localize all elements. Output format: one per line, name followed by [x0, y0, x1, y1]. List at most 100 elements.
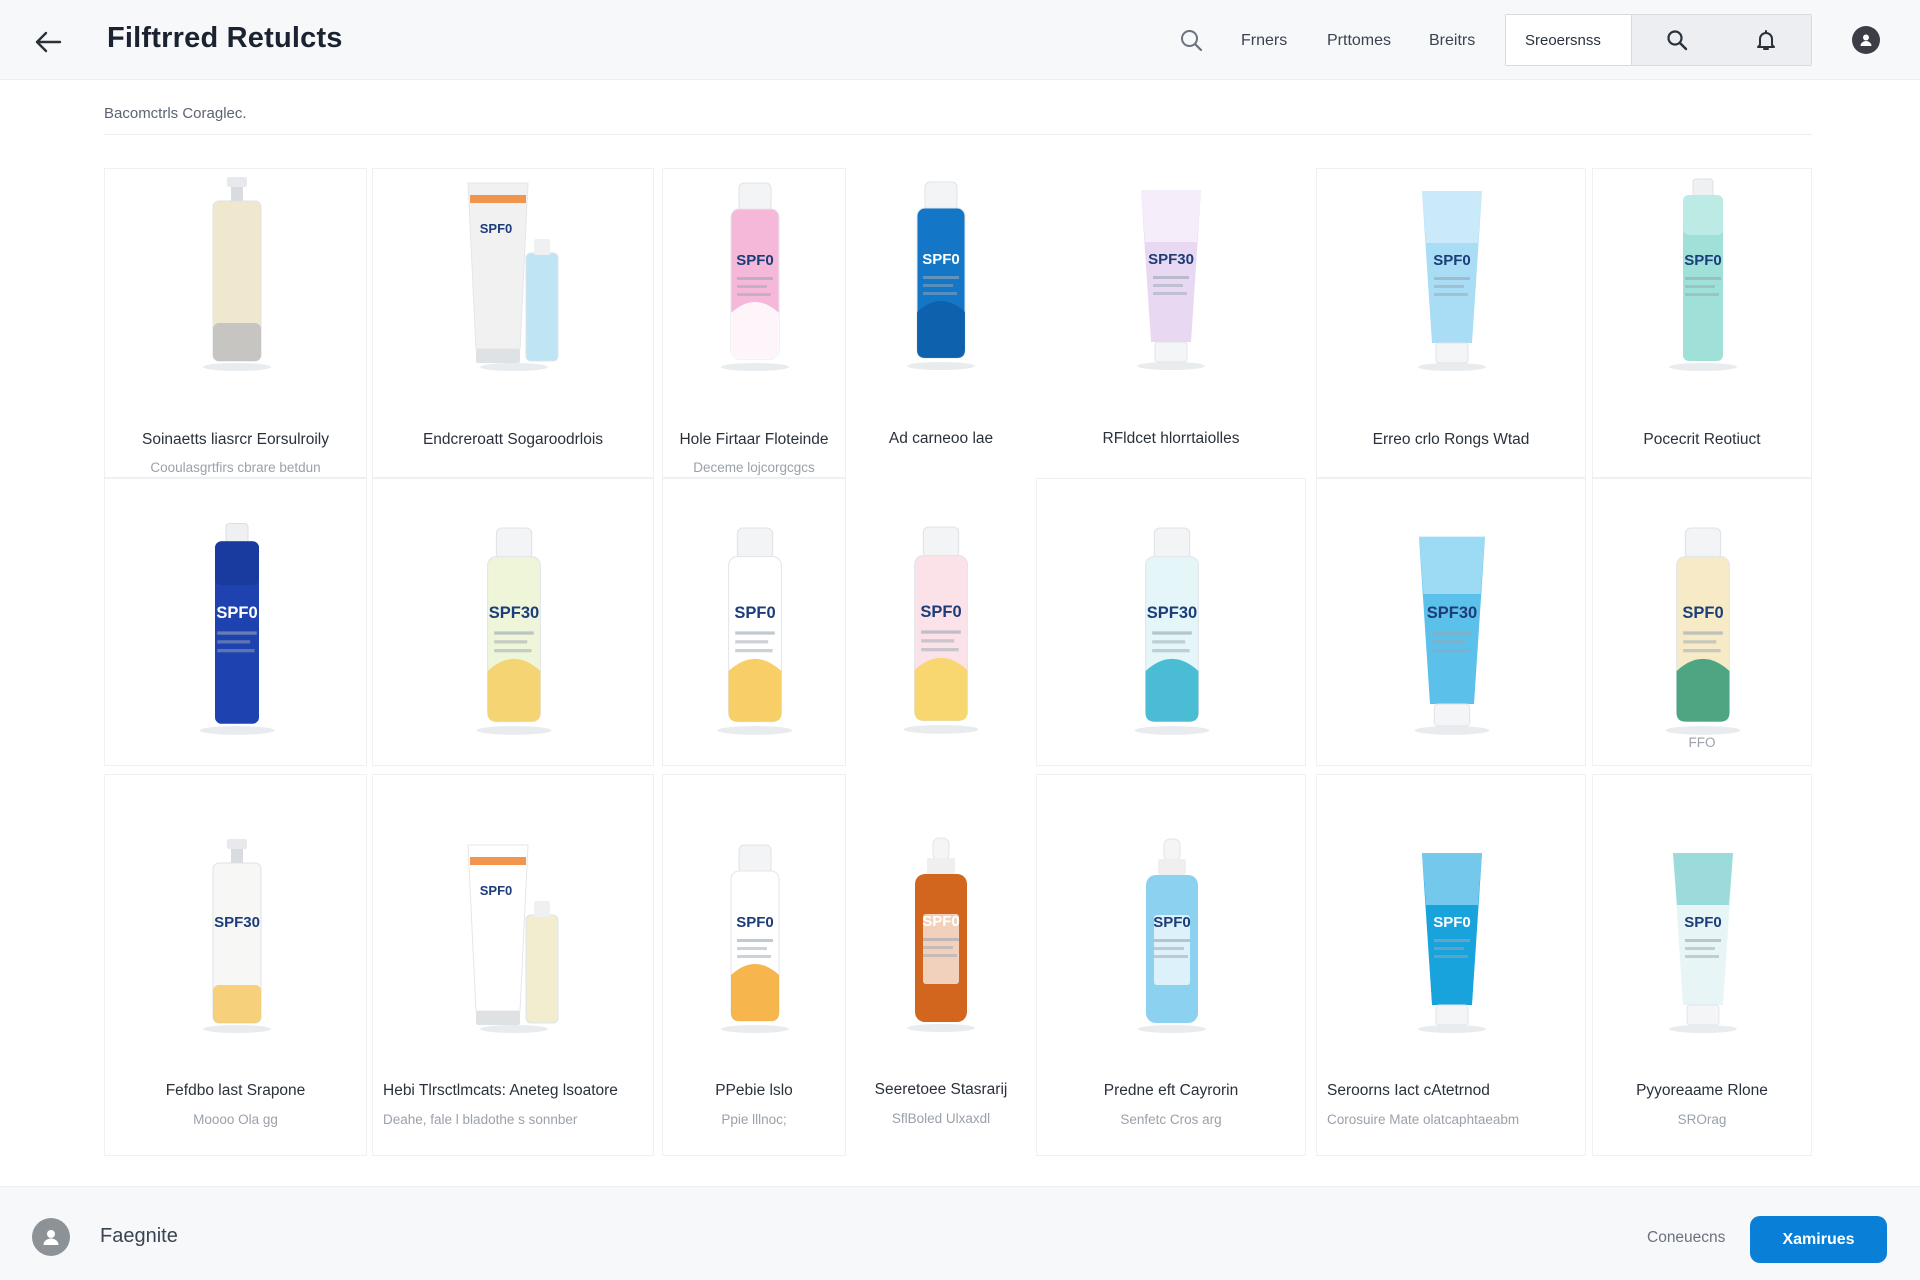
product-card[interactable]: SPF0 Pocecrit Reotiuct: [1592, 168, 1812, 478]
product-card[interactable]: SPF0 Hole Firtaar Floteinde Deceme lojcorg…: [662, 168, 846, 478]
svg-text:SPF0: SPF0: [922, 913, 960, 930]
svg-text:SPF30: SPF30: [1427, 604, 1477, 622]
product-subtitle: SflBoled Ulxaxdl: [891, 1111, 991, 1126]
product-card[interactable]: SPF0 Hebi Tlrsctlmcats: Aneteg lsoatore De…: [372, 774, 654, 1156]
product-name: Pyyoreaame Rlone: [1636, 1082, 1768, 1099]
nav-link-2[interactable]: Prttomes: [1327, 32, 1391, 50]
product-card[interactable]: SPF30 Fefdbo last Srapone Moooo Ola gg: [104, 774, 367, 1156]
svg-text:SPF30: SPF30: [1147, 604, 1197, 622]
product-image: SPF30: [1097, 517, 1247, 737]
svg-text:SPF0: SPF0: [736, 914, 774, 931]
back-button[interactable]: [28, 22, 68, 62]
results-subtitle: Bacomctrls Coraglec.: [104, 105, 247, 122]
svg-text:SPF0: SPF0: [1684, 914, 1722, 931]
product-image: [162, 173, 312, 373]
product-name: Ad carneoo lae: [888, 430, 994, 447]
product-image: SPF0: [1628, 517, 1778, 737]
product-image: SPF0: [866, 516, 1016, 736]
product-card[interactable]: SPF0 Pyyoreaame Rlone SROrag: [1592, 774, 1812, 1156]
product-subtitle: Deceme lojcorgcgcs: [693, 460, 815, 475]
footer-avatar-button[interactable]: [32, 1218, 70, 1256]
product-image: SPF30: [439, 517, 589, 737]
product-subtitle: Cooulasgrtfirs cbrare betdun: [150, 460, 321, 475]
product-image: SPF0: [866, 172, 1016, 372]
product-card[interactable]: Soinaetts liasrcr Eorsulroily Cooulasgrtf…: [104, 168, 367, 478]
nav-link-1[interactable]: Frners: [1241, 32, 1287, 50]
product-image: SPF0: [439, 835, 589, 1035]
product-image: SPF30: [1377, 517, 1527, 737]
product-name: RFldcet hlorrtaiolles: [1102, 430, 1240, 447]
footer-label: Faegnite: [100, 1225, 178, 1247]
product-image: SPF0: [1628, 173, 1778, 373]
svg-text:SPF0: SPF0: [736, 252, 774, 269]
svg-text:SPF0: SPF0: [1153, 914, 1191, 931]
svg-text:SPF0: SPF0: [1684, 252, 1722, 269]
product-card[interactable]: SPF0: [662, 478, 846, 766]
svg-text:SPF30: SPF30: [489, 604, 539, 622]
svg-text:SPF0: SPF0: [216, 604, 257, 622]
product-image: SPF0: [1628, 835, 1778, 1035]
search-group: [1505, 14, 1812, 66]
svg-text:SPF30: SPF30: [1148, 251, 1194, 268]
product-card[interactable]: SPF30: [1316, 478, 1586, 766]
product-card[interactable]: SPF0 Erreo crlo Rongs Wtad: [1316, 168, 1586, 478]
svg-text:SPF0: SPF0: [1433, 252, 1471, 269]
product-image: SPF0: [439, 173, 589, 373]
svg-text:SPF30: SPF30: [214, 914, 260, 931]
header-search-button[interactable]: [1178, 27, 1206, 55]
product-card[interactable]: SPF0 PPebie lslo Ppie lllnoc;: [662, 774, 846, 1156]
product-card[interactable]: SPF0 FFO: [1592, 478, 1812, 766]
product-name: Fefdbo last Srapone: [165, 1082, 306, 1099]
product-card[interactable]: SPF0 Endcreroatt Sogaroodrlois: [372, 168, 654, 478]
svg-text:SPF0: SPF0: [734, 604, 775, 622]
user-icon: [43, 1230, 59, 1245]
product-card[interactable]: SPF30: [372, 478, 654, 766]
product-name: Hole Firtaar Floteinde: [679, 431, 829, 448]
product-image: SPF30: [1096, 172, 1246, 372]
product-card[interactable]: SPF30: [1036, 478, 1306, 766]
product-subtitle: FFO: [1688, 735, 1716, 750]
svg-text:SPF0: SPF0: [922, 251, 960, 268]
bell-icon: [1757, 30, 1775, 50]
product-card[interactable]: SPF0: [104, 478, 367, 766]
svg-text:SPF0: SPF0: [1433, 914, 1471, 931]
user-icon: [1860, 34, 1872, 46]
product-card[interactable]: SPF0 Predne eft Cayrorin Senfetc Cros arg: [1036, 774, 1306, 1156]
product-card[interactable]: SPF0: [846, 478, 1036, 766]
svg-text:SPF0: SPF0: [1682, 604, 1723, 622]
footer-secondary-link[interactable]: Coneuecns: [1647, 1229, 1725, 1247]
product-subtitle: Ppie lllnoc;: [721, 1112, 787, 1127]
svg-text:SPF0: SPF0: [480, 883, 513, 898]
divider: [104, 134, 1812, 135]
product-image: SPF0: [680, 835, 830, 1035]
search-submit-button[interactable]: [1631, 15, 1721, 65]
nav-link-3[interactable]: Breitrs: [1429, 32, 1475, 50]
product-name: Seroorns Iact cAtetrnod: [1327, 1082, 1490, 1099]
product-name: Soinaetts liasrcr Eorsulroily: [142, 431, 329, 448]
product-subtitle: SROrag: [1677, 1112, 1727, 1127]
product-card[interactable]: SPF0 Ad carneoo lae: [846, 168, 1036, 478]
product-name: Seeretoee Stasrarij: [874, 1081, 1008, 1098]
product-card[interactable]: SPF30 RFldcet hlorrtaiolles: [1036, 168, 1306, 478]
product-subtitle: Moooo Ola gg: [193, 1112, 278, 1127]
svg-text:SPF0: SPF0: [920, 603, 961, 621]
footer-primary-button[interactable]: Xamirues: [1750, 1216, 1887, 1263]
product-image: SPF0: [1377, 173, 1527, 373]
arrow-left-icon: [35, 31, 62, 53]
product-subtitle: Deahe, fale l bladothe s sonnber: [383, 1112, 578, 1127]
product-image: SPF0: [680, 173, 830, 373]
product-name: Endcreroatt Sogaroodrlois: [422, 431, 604, 448]
product-card[interactable]: SPF0 Seroorns Iact cAtetrnod Corosuire Mat…: [1316, 774, 1586, 1156]
product-subtitle: Senfetc Cros arg: [1120, 1112, 1222, 1127]
search-input[interactable]: [1506, 15, 1631, 65]
product-card[interactable]: SPF0 Seeretoee Stasrarij SflBoled Ulxaxdl: [846, 774, 1036, 1156]
page-title: Filftrred Retulcts: [107, 22, 343, 54]
search-icon: [1666, 30, 1687, 51]
product-name: Hebi Tlrsctlmcats: Aneteg lsoatore: [383, 1082, 618, 1099]
notifications-button[interactable]: [1721, 15, 1811, 65]
product-image: SPF0: [162, 517, 312, 737]
avatar[interactable]: [1852, 26, 1880, 54]
product-image: SPF0: [680, 517, 830, 737]
search-icon: [1181, 30, 1203, 52]
product-name: Predne eft Cayrorin: [1103, 1082, 1239, 1099]
